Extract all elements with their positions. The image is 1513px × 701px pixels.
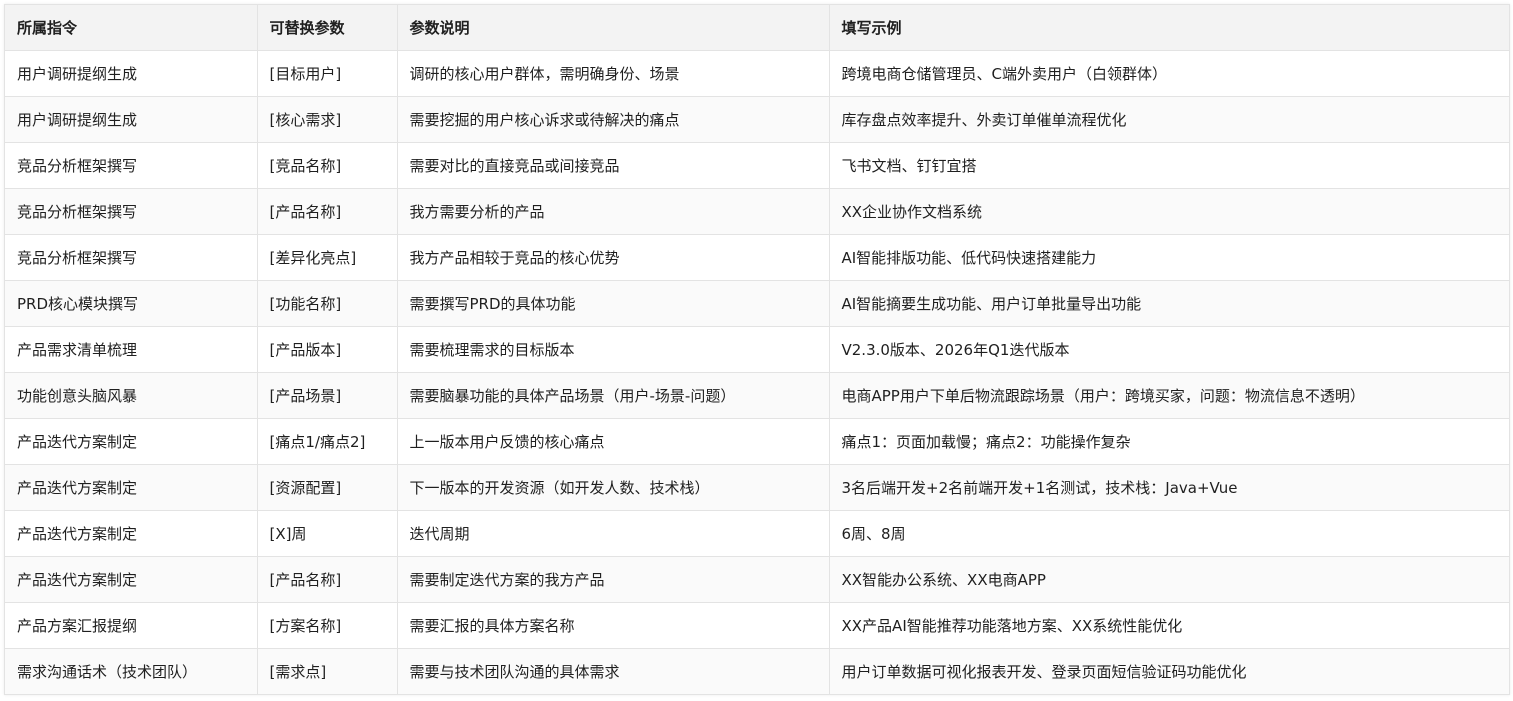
cell-parameter: [目标用户] [257,50,398,97]
header-description: 参数说明 [397,5,830,51]
header-parameter: 可替换参数 [257,5,398,51]
header-command: 所属指令 [5,5,258,51]
cell-command: 产品方案汇报提纲 [5,602,258,649]
cell-description: 需要脑暴功能的具体产品场景（用户-场景-问题） [397,372,830,419]
cell-description: 我方产品相较于竞品的核心优势 [397,234,830,281]
table-row: 竞品分析框架撰写 [竞品名称] 需要对比的直接竞品或间接竞品 飞书文档、钉钉宜搭 [5,142,1509,189]
parameter-table: 所属指令 可替换参数 参数说明 填写示例 用户调研提纲生成 [目标用户] 调研的核心… [5,5,1509,694]
cell-command: 用户调研提纲生成 [5,96,258,143]
header-example: 填写示例 [829,5,1509,51]
cell-command: 竞品分析框架撰写 [5,234,258,281]
cell-command: 产品迭代方案制定 [5,418,258,465]
table-row: PRD核心模块撰写 [功能名称] 需要撰写PRD的具体功能 AI智能摘要生成功能、用户… [5,280,1509,327]
cell-command: 产品迭代方案制定 [5,556,258,603]
cell-command: PRD核心模块撰写 [5,280,258,327]
cell-parameter: [产品场景] [257,372,398,419]
cell-parameter: [X]周 [257,510,398,557]
cell-parameter: [功能名称] [257,280,398,327]
cell-parameter: [产品名称] [257,556,398,603]
cell-example: 跨境电商仓储管理员、C端外卖用户（白领群体） [829,50,1509,97]
table-row: 产品需求清单梳理 [产品版本] 需要梳理需求的目标版本 V2.3.0版本、2026年Q… [5,326,1509,373]
cell-example: 飞书文档、钉钉宜搭 [829,142,1509,189]
table-row: 产品方案汇报提纲 [方案名称] 需要汇报的具体方案名称 XX产品AI智能推荐功能落地方… [5,602,1509,649]
cell-command: 功能创意头脑风暴 [5,372,258,419]
cell-description: 迭代周期 [397,510,830,557]
cell-example: 痛点1：页面加载慢；痛点2：功能操作复杂 [829,418,1509,465]
cell-description: 需要撰写PRD的具体功能 [397,280,830,327]
cell-command: 产品迭代方案制定 [5,510,258,557]
table-row: 产品迭代方案制定 [产品名称] 需要制定迭代方案的我方产品 XX智能办公系统、XX电商… [5,556,1509,603]
cell-example: AI智能摘要生成功能、用户订单批量导出功能 [829,280,1509,327]
table-body: 用户调研提纲生成 [目标用户] 调研的核心用户群体，需明确身份、场景 跨境电商仓储管理… [5,50,1509,694]
cell-example: XX产品AI智能推荐功能落地方案、XX系统性能优化 [829,602,1509,649]
table-row: 用户调研提纲生成 [核心需求] 需要挖掘的用户核心诉求或待解决的痛点 库存盘点效率提升… [5,96,1509,143]
cell-description: 需要对比的直接竞品或间接竞品 [397,142,830,189]
cell-example: 电商APP用户下单后物流跟踪场景（用户：跨境买家，问题：物流信息不透明） [829,372,1509,419]
cell-parameter: [竞品名称] [257,142,398,189]
table-row: 用户调研提纲生成 [目标用户] 调研的核心用户群体，需明确身份、场景 跨境电商仓储管理… [5,50,1509,97]
cell-example: 用户订单数据可视化报表开发、登录页面短信验证码功能优化 [841,663,1247,681]
cell-command: 产品迭代方案制定 [5,464,258,511]
cell-description: 上一版本用户反馈的核心痛点 [397,418,830,465]
cell-parameter: [产品名称] [257,188,398,235]
cell-description: 需要梳理需求的目标版本 [397,326,830,373]
cell-example: 6周、8周 [829,510,1509,557]
cell-description: 需要制定迭代方案的我方产品 [397,556,830,603]
cell-parameter: [核心需求] [257,96,398,143]
cell-example: AI智能排版功能、低代码快速搭建能力 [829,234,1509,281]
table-row: 产品迭代方案制定 [资源配置] 下一版本的开发资源（如开发人数、技术栈） 3名后端开发… [5,464,1509,511]
cell-command: 竞品分析框架撰写 [5,142,258,189]
cell-parameter: [资源配置] [257,464,398,511]
cell-example: V2.3.0版本、2026年Q1迭代版本 [829,326,1509,373]
table-row: 竞品分析框架撰写 [产品名称] 我方需要分析的产品 XX企业协作文档系统 [5,188,1509,235]
cell-description: 我方需要分析的产品 [397,188,830,235]
cell-parameter: [需求点] [257,648,398,694]
cell-parameter: [方案名称] [257,602,398,649]
table-row: 产品迭代方案制定 [痛点1/痛点2] 上一版本用户反馈的核心痛点 痛点1：页面加载慢；… [5,418,1509,465]
cell-command: 用户调研提纲生成 [5,50,258,97]
cell-example: XX企业协作文档系统 [829,188,1509,235]
cell-command: 产品需求清单梳理 [5,326,258,373]
cell-description: 需要挖掘的用户核心诉求或待解决的痛点 [397,96,830,143]
parameter-table-container: 所属指令 可替换参数 参数说明 填写示例 用户调研提纲生成 [目标用户] 调研的核心… [4,4,1510,695]
cell-example: 3名后端开发+2名前端开发+1名测试，技术栈：Java+Vue [829,464,1509,511]
cell-parameter: [产品版本] [257,326,398,373]
table-row: 功能创意头脑风暴 [产品场景] 需要脑暴功能的具体产品场景（用户-场景-问题） 电商A… [5,372,1509,419]
table-row: 产品迭代方案制定 [X]周 迭代周期 6周、8周 [5,510,1509,557]
table-row: 竞品分析框架撰写 [差异化亮点] 我方产品相较于竞品的核心优势 AI智能排版功能、低代… [5,234,1509,281]
cell-parameter: [痛点1/痛点2] [257,418,398,465]
cell-description: 需要与技术团队沟通的具体需求 [397,648,830,694]
table-header: 所属指令 可替换参数 参数说明 填写示例 [5,5,1509,51]
cell-example: XX智能办公系统、XX电商APP [829,556,1509,603]
cell-command: 竞品分析框架撰写 [5,188,258,235]
cell-description: 需要汇报的具体方案名称 [397,602,830,649]
cell-command: 需求沟通话术（技术团队） [5,648,258,694]
header-row: 所属指令 可替换参数 参数说明 填写示例 [5,5,1509,51]
cell-description: 下一版本的开发资源（如开发人数、技术栈） [397,464,830,511]
table-row: 需求沟通话术（技术团队） [需求点] 需要与技术团队沟通的具体需求 用户订单数据可视化… [5,648,1509,694]
cell-example: 库存盘点效率提升、外卖订单催单流程优化 [829,96,1509,143]
cell-description: 调研的核心用户群体，需明确身份、场景 [397,50,830,97]
cell-parameter: [差异化亮点] [257,234,398,281]
